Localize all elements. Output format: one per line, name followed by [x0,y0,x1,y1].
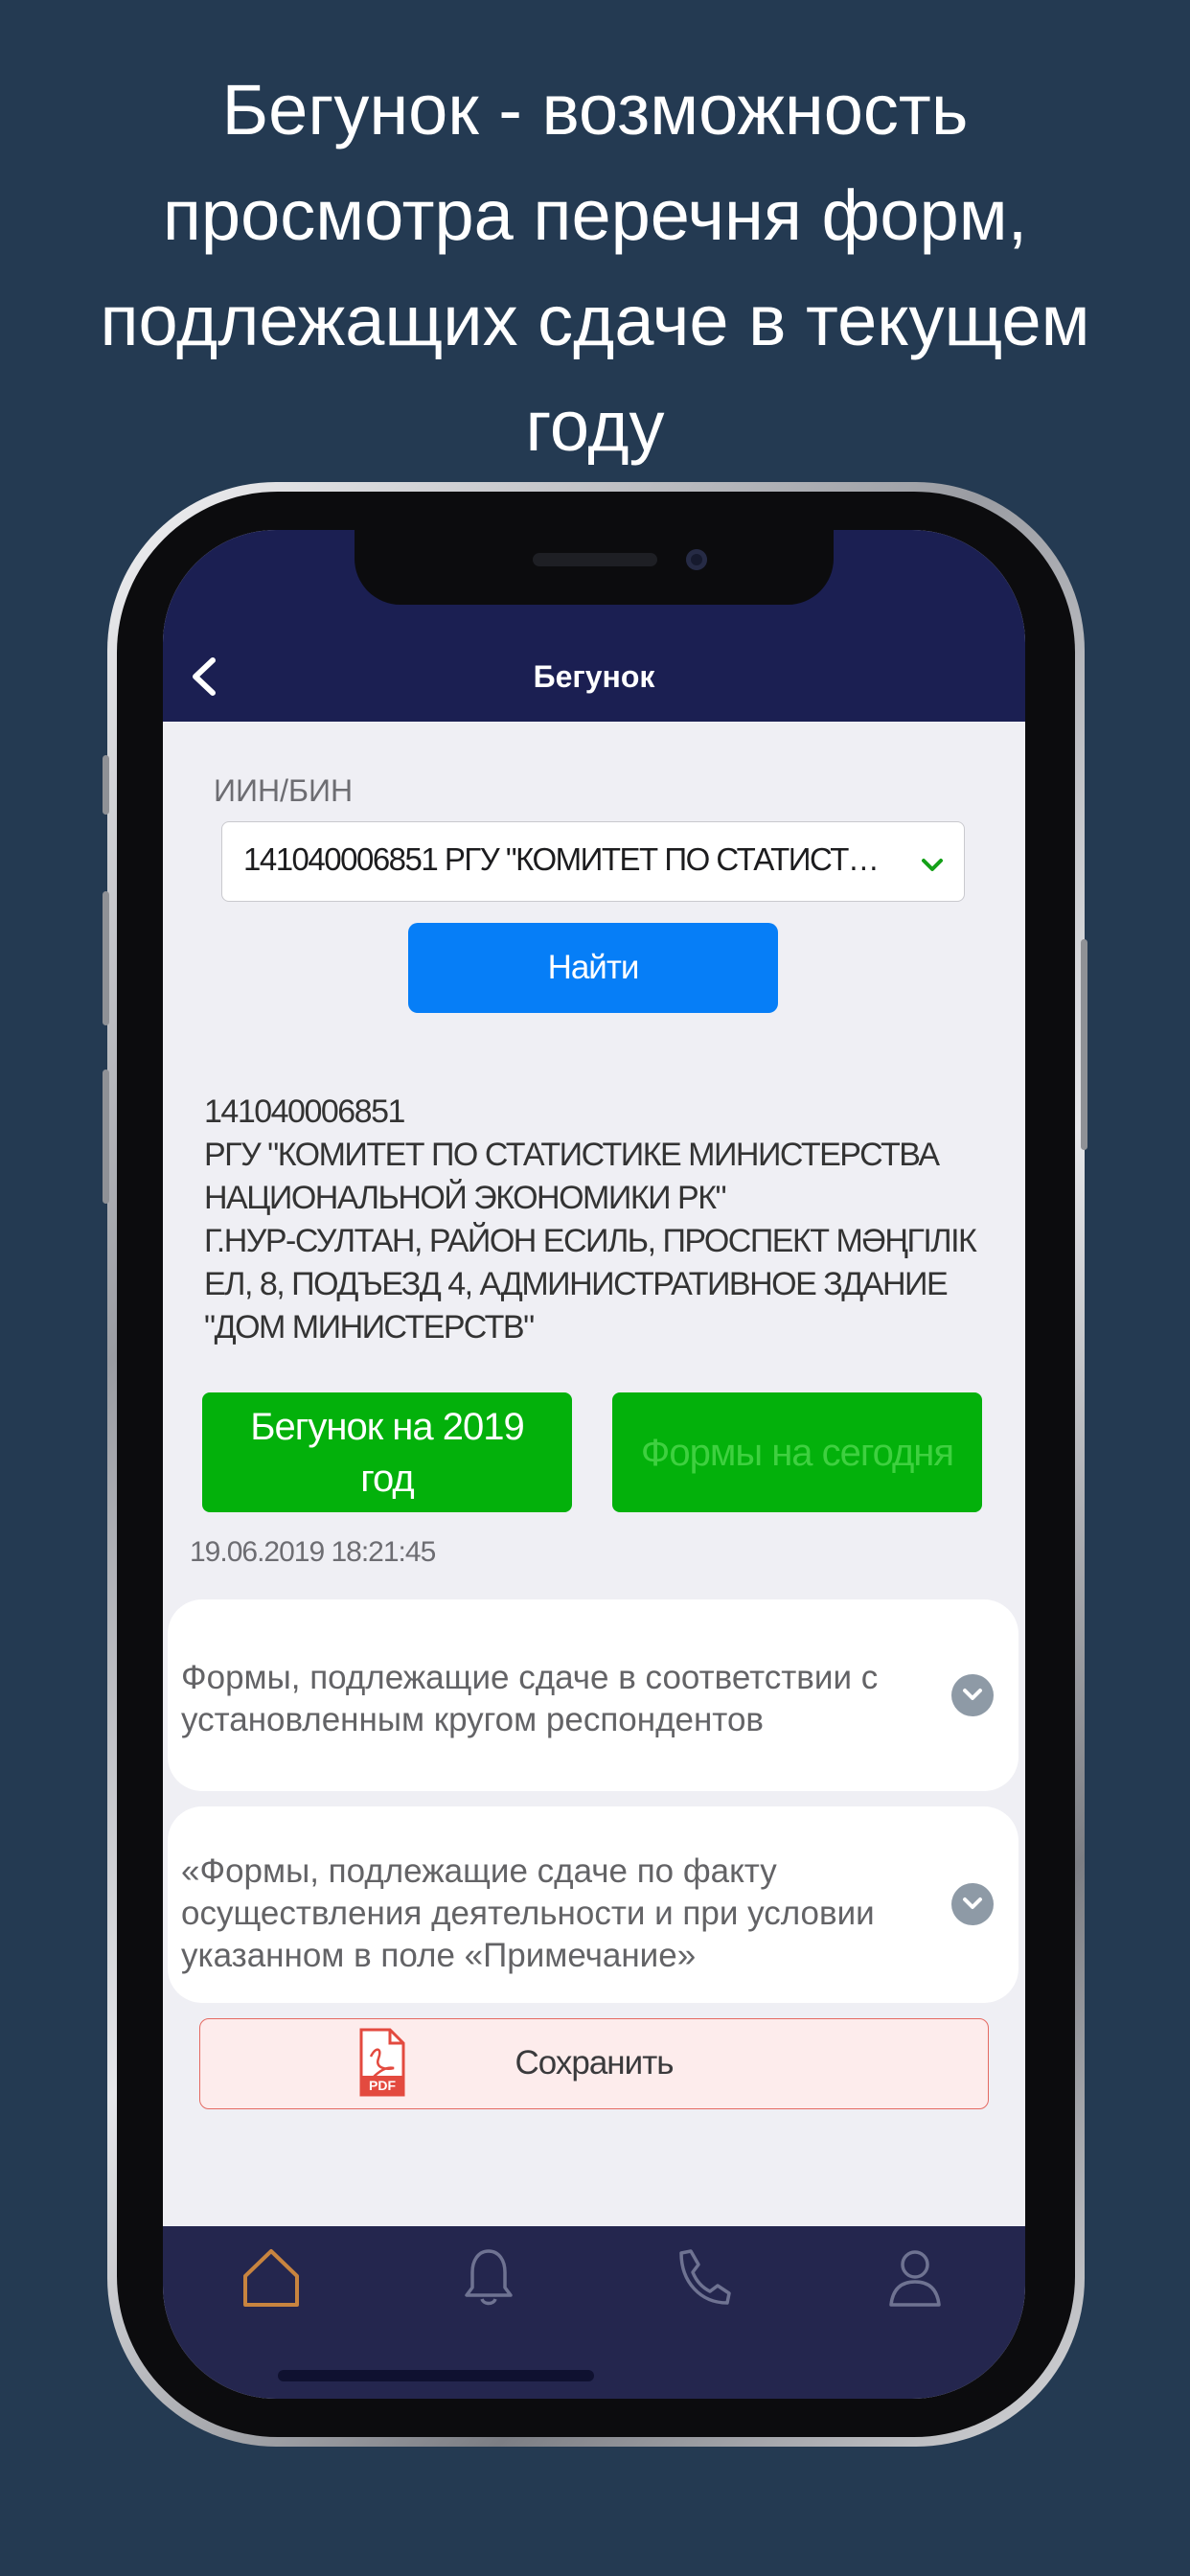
volume-up-button [103,891,109,1025]
front-camera [686,549,707,570]
chevron-down-icon [922,859,943,871]
save-pdf-button[interactable]: PDF Сохранить [199,2018,989,2109]
tab-bell-icon[interactable] [455,2243,522,2311]
expand-icon[interactable] [951,1883,994,1925]
iin-bin-selected-value: 141040006851 РГУ "КОМИТЕТ ПО СТАТИСТИКЕ.… [243,841,895,877]
phone-notch [355,530,834,605]
tab-profile-icon[interactable] [881,2243,949,2311]
tab-home-icon[interactable] [238,2243,305,2311]
section-respondent-forms[interactable]: Формы, подлежащие сдаче в соответствии с… [168,1599,1018,1791]
section-activity-forms[interactable]: «Формы, подлежащие сдаче по факту осущес… [168,1806,1018,2003]
iin-bin-label: ИИН/БИН [214,773,354,808]
update-timestamp: 19.06.2019 18:21:45 [190,1536,436,1568]
find-button[interactable]: Найти [408,923,778,1013]
headline-line-1: Бегунок - возможность [221,70,969,150]
screen-content: ИИН/БИН 141040006851 РГУ "КОМИТЕТ ПО СТА… [163,722,1025,2229]
volume-down-button [103,1070,109,1204]
home-indicator[interactable] [278,2370,594,2381]
screen-title: Бегунок [533,659,655,694]
expand-icon[interactable] [951,1674,994,1716]
forms-today-button[interactable]: Формы на сегодня [612,1392,982,1512]
headline-line-2: просмотра перечня форм, [162,175,1028,255]
phone-speaker [533,553,657,566]
silent-switch [103,755,109,815]
iin-bin-select[interactable]: 141040006851 РГУ "КОМИТЕТ ПО СТАТИСТИКЕ.… [221,821,965,902]
promo-headline: Бегунок - возможность просмотра перечня … [38,58,1152,479]
organization-address: Г.НУР-СУЛТАН, РАЙОН ЕСИЛЬ, ПРОСПЕКТ МӘҢГ… [204,1223,977,1346]
organization-name: РГУ "КОМИТЕТ ПО СТАТИСТИКЕ МИНИСТЕРСТВА … [204,1137,940,1216]
organization-info: 141040006851 РГУ "КОМИТЕТ ПО СТАТИСТИКЕ … [204,1091,990,1349]
tab-phone-icon[interactable] [668,2243,735,2311]
chevron-down-icon [963,1898,982,1909]
phone-screen: Бегунок ИИН/БИН 141040006851 РГУ "КОМИТЕ… [163,530,1025,2399]
power-button [1081,939,1087,1150]
runner-year-button[interactable]: Бегунок на 2019 год [202,1392,572,1512]
chevron-down-icon [963,1689,982,1700]
section-title: «Формы, подлежащие сдаче по факту осущес… [181,1852,875,1974]
headline-line-4: году [525,386,665,466]
section-title: Формы, подлежащие сдаче в соответствии с… [181,1659,879,1738]
organization-bin: 141040006851 [204,1093,405,1130]
headline-line-3: подлежащих сдаче в текущем [100,281,1090,360]
save-label: Сохранить [515,2044,675,2082]
